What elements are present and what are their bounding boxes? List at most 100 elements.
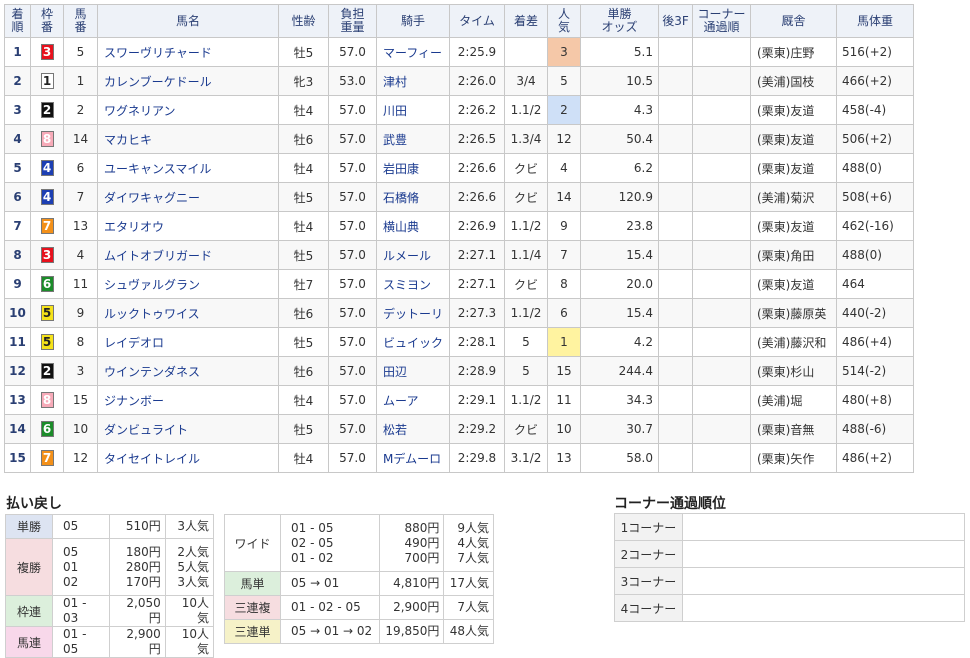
stable-link[interactable]: (栗東)友道 [750,153,837,183]
col-name[interactable]: 馬名 [97,4,279,38]
margin-cell: 5 [504,356,548,386]
waku-badge: 3 [40,44,54,60]
col-sexage[interactable]: 性齢 [278,4,329,38]
col-jockey[interactable]: 騎手 [376,4,450,38]
jockey-link[interactable]: デットーリ [376,298,450,328]
rank-cell: 5 [4,153,31,183]
jockey-link[interactable]: 横山典 [376,211,450,241]
body-weight-cell: 480(+8) [836,385,914,415]
rank-cell: 10 [4,298,31,328]
jockey-link[interactable]: Mデムーロ [376,443,450,473]
col-margin[interactable]: 着差 [504,4,548,38]
corner-cell [692,124,751,154]
stable-link[interactable]: (栗東)友道 [750,124,837,154]
horse-name-link[interactable]: ダンビュライト [97,414,279,444]
margin-cell: 1.1/2 [504,298,548,328]
horse-name-link[interactable]: ウインテンダネス [97,356,279,386]
horse-name-link[interactable]: ユーキャンスマイル [97,153,279,183]
col-corner[interactable]: コーナー 通過順 [692,4,751,38]
popularity-cell: 5 [547,66,581,96]
horse-name-link[interactable]: シュヴァルグラン [97,269,279,299]
jockey-link[interactable]: 川田 [376,95,450,125]
jockey-link[interactable]: 田辺 [376,356,450,386]
col-uma[interactable]: 馬番 [63,4,98,38]
stable-link[interactable]: (栗東)庄野 [750,37,837,67]
jockey-link[interactable]: 津村 [376,66,450,96]
horse-name-link[interactable]: ダイワキャグニー [97,182,279,212]
corner-cell [692,240,751,270]
weight-carried-cell: 57.0 [328,182,377,212]
col-waku[interactable]: 枠番 [30,4,64,38]
jockey-link[interactable]: 石橋脩 [376,182,450,212]
rank-cell: 3 [4,95,31,125]
stable-link[interactable]: (栗東)藤原英 [750,298,837,328]
corner-value [682,513,965,541]
stable-link[interactable]: (美浦)国枝 [750,66,837,96]
horse-name-link[interactable]: マカヒキ [97,124,279,154]
horse-name-link[interactable]: タイセイトレイル [97,443,279,473]
last3f-cell [658,385,693,415]
time-cell: 2:27.1 [449,240,505,270]
corner-cell [692,269,751,299]
horse-name-link[interactable]: ムイトオブリガード [97,240,279,270]
stable-link[interactable]: (栗東)友道 [750,269,837,299]
corner-cell [692,443,751,473]
col-odds[interactable]: 単勝 オッズ [580,4,659,38]
umaren-amount: 2,900円 [109,626,166,658]
popularity-cell: 13 [547,443,581,473]
odds-cell: 30.7 [580,414,659,444]
result-row: 8 3 4 ムイトオブリガード 牡5 57.0 ルメール 2:27.1 1.1/4 7 15.4 (栗… [4,240,914,270]
stable-link[interactable]: (栗東)角田 [750,240,837,270]
stable-link[interactable]: (栗東)音無 [750,414,837,444]
payout-title: 払い戻し [6,496,62,512]
jockey-link[interactable]: マーフィー [376,37,450,67]
horse-name-link[interactable]: ルックトゥワイス [97,298,279,328]
jockey-link[interactable]: 松若 [376,414,450,444]
col-weight[interactable]: 馬体重 [836,4,914,38]
margin-cell: 1.1/4 [504,240,548,270]
jockey-link[interactable]: ビュイック [376,327,450,357]
corner-label: 4コーナー [614,594,683,622]
col-time[interactable]: タイム [449,4,505,38]
weight-carried-cell: 57.0 [328,414,377,444]
col-chaku[interactable]: 着順 [4,4,31,38]
stable-link[interactable]: (美浦)堀 [750,385,837,415]
horse-number-cell: 15 [63,385,98,415]
col-last3f[interactable]: 後3F [658,4,693,38]
stable-link[interactable]: (栗東)友道 [750,211,837,241]
odds-cell: 50.4 [580,124,659,154]
waku-badge: 4 [40,189,54,205]
last3f-cell [658,414,693,444]
horse-name-link[interactable]: ジナンボー [97,385,279,415]
horse-name-link[interactable]: エタリオウ [97,211,279,241]
jockey-link[interactable]: 岩田康 [376,153,450,183]
umatan-pop: 17人気 [443,571,494,596]
body-weight-cell: 506(+2) [836,124,914,154]
jockey-link[interactable]: スミヨン [376,269,450,299]
jockey-link[interactable]: ルメール [376,240,450,270]
stable-link[interactable]: (美浦)藤沢和 [750,327,837,357]
col-stable[interactable]: 厩舎 [750,4,837,38]
jockey-link[interactable]: ムーア [376,385,450,415]
popularity-cell: 15 [547,356,581,386]
jockey-link[interactable]: 武豊 [376,124,450,154]
stable-link[interactable]: (美浦)菊沢 [750,182,837,212]
sex-age-cell: 牡4 [278,211,329,241]
waku-cell: 7 [30,211,64,241]
rank-cell: 11 [4,327,31,357]
result-row: 6 4 7 ダイワキャグニー 牡5 57.0 石橋脩 2:26.6 クビ 14 120.9 (美浦)菊… [4,182,914,212]
time-cell: 2:26.5 [449,124,505,154]
horse-name-link[interactable]: レイデオロ [97,327,279,357]
horse-name-link[interactable]: カレンブーケドール [97,66,279,96]
horse-number-cell: 11 [63,269,98,299]
stable-link[interactable]: (栗東)杉山 [750,356,837,386]
col-futan[interactable]: 負担 重量 [328,4,377,38]
stable-link[interactable]: (栗東)友道 [750,95,837,125]
horse-name-link[interactable]: ワグネリアン [97,95,279,125]
time-cell: 2:26.6 [449,153,505,183]
horse-name-link[interactable]: スワーヴリチャード [97,37,279,67]
col-ninki[interactable]: 人気 [547,4,581,38]
last3f-cell [658,327,693,357]
stable-link[interactable]: (栗東)矢作 [750,443,837,473]
sex-age-cell: 牡6 [278,298,329,328]
